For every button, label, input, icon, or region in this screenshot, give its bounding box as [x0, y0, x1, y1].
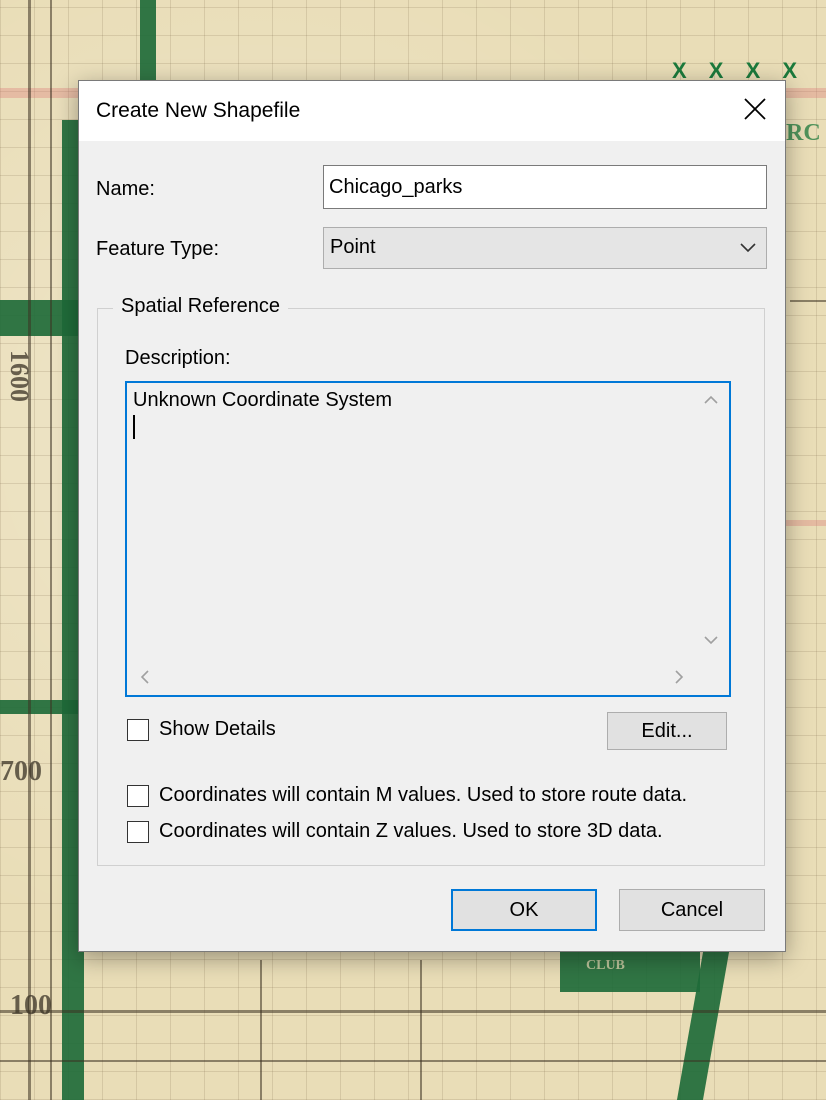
name-input[interactable]	[323, 165, 767, 209]
chevron-down-icon	[738, 238, 758, 264]
feature-type-select[interactable]: Point	[323, 227, 767, 269]
street-line	[28, 0, 31, 1100]
map-label-number: 700	[0, 756, 42, 787]
park-strip	[140, 0, 156, 82]
description-textarea[interactable]: Unknown Coordinate System	[125, 381, 731, 697]
feature-type-value: Point	[330, 236, 376, 258]
map-line	[786, 520, 826, 526]
name-label: Name:	[96, 178, 155, 200]
edit-button[interactable]: Edit...	[607, 712, 727, 750]
spatial-reference-legend: Spatial Reference	[113, 295, 288, 318]
scroll-corner	[695, 661, 727, 693]
description-label: Description:	[125, 347, 231, 369]
street-line	[420, 960, 422, 1100]
z-values-label[interactable]: Coordinates will contain Z values. Used …	[159, 820, 663, 843]
horizontal-scrollbar[interactable]	[129, 661, 695, 693]
park-area	[560, 952, 700, 992]
dialog-title: Create New Shapefile	[96, 99, 301, 122]
title-bar[interactable]: Create New Shapefile	[79, 81, 785, 141]
close-icon	[744, 97, 766, 125]
feature-type-label: Feature Type:	[96, 238, 220, 260]
street-line	[260, 960, 262, 1100]
map-label-number: 100	[10, 990, 52, 1021]
cancel-button[interactable]: Cancel	[619, 889, 765, 931]
scroll-up-icon[interactable]	[703, 393, 719, 411]
scroll-down-icon[interactable]	[703, 633, 719, 651]
vertical-scrollbar[interactable]	[695, 385, 727, 659]
street-line	[50, 0, 52, 1100]
park-strip	[0, 700, 78, 714]
show-details-label[interactable]: Show Details	[159, 718, 276, 741]
map-label-edge: RC	[786, 120, 821, 146]
close-button[interactable]	[725, 81, 785, 141]
m-values-label[interactable]: Coordinates will contain M values. Used …	[159, 784, 687, 807]
street-line	[790, 300, 826, 302]
z-values-checkbox[interactable]	[127, 821, 149, 843]
scroll-right-icon[interactable]	[673, 669, 685, 690]
description-text: Unknown Coordinate System	[133, 389, 393, 411]
street-line	[0, 1060, 826, 1062]
map-label-number: 1600	[5, 350, 34, 402]
street-line	[0, 1010, 826, 1013]
show-details-checkbox[interactable]	[127, 719, 149, 741]
create-shapefile-dialog: Create New Shapefile Name: Feature Type:…	[78, 80, 786, 952]
park-area	[0, 300, 78, 336]
text-caret	[133, 415, 135, 439]
map-label-club: CLUB	[586, 958, 625, 973]
scroll-left-icon[interactable]	[139, 669, 151, 690]
ok-button[interactable]: OK	[451, 889, 597, 931]
m-values-checkbox[interactable]	[127, 785, 149, 807]
